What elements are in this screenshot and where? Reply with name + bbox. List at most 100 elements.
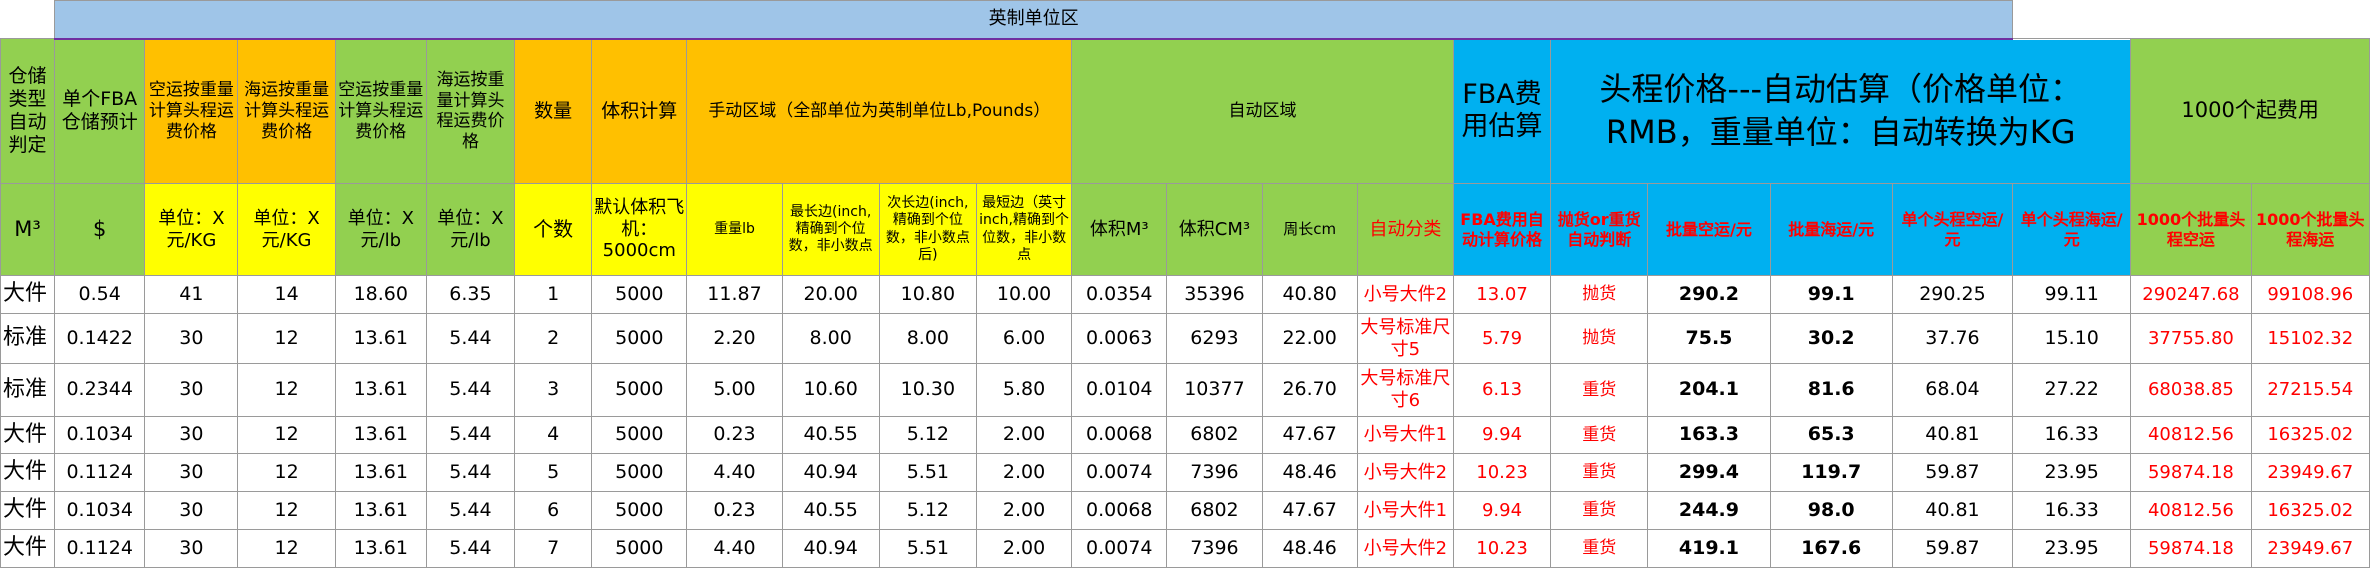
unit-single-air[interactable]: 单个头程空运/元 (1891, 183, 2014, 276)
cell-fba-storage[interactable]: 0.1124 (54, 529, 146, 568)
cell-bulk-air[interactable]: 75.5 (1647, 313, 1771, 364)
unit-m3[interactable]: M³ (0, 183, 56, 276)
cell-fba-storage[interactable]: 0.1034 (54, 491, 146, 530)
cell-air-kg[interactable]: 30 (144, 529, 239, 568)
cell-sea-lb[interactable]: 5.44 (425, 313, 516, 364)
header-auto-area[interactable]: 自动区域 (1071, 38, 1454, 184)
cell-storage-type[interactable]: 大件 (0, 453, 56, 492)
cell-bulk-air[interactable]: 204.1 (1647, 363, 1771, 417)
cell-bulk-sea[interactable]: 119.7 (1769, 453, 1893, 492)
cell-single-air[interactable]: 40.81 (1891, 416, 2014, 454)
cell-cargo-type[interactable]: 重货 (1550, 491, 1649, 530)
unit-auto-category[interactable]: 自动分类 (1356, 183, 1454, 276)
cell-fba-fee[interactable]: 9.94 (1452, 491, 1552, 530)
cell-weight-lb[interactable]: 0.23 (686, 416, 783, 454)
cell-single-sea[interactable]: 15.10 (2012, 313, 2132, 364)
cell-quantity[interactable]: 2 (514, 313, 593, 364)
cell-volume-cm3[interactable]: 7396 (1166, 529, 1263, 568)
cell-sea-kg[interactable]: 12 (237, 491, 336, 530)
cell-weight-lb[interactable]: 5.00 (686, 363, 783, 417)
cell-weight-lb[interactable]: 11.87 (686, 275, 783, 314)
cell-sea-lb[interactable]: 5.44 (425, 453, 516, 492)
cell-fba-fee[interactable]: 5.79 (1452, 313, 1552, 364)
cell-air-kg[interactable]: 30 (144, 363, 239, 417)
cell-fba-storage[interactable]: 0.1124 (54, 453, 146, 492)
unit-dollar[interactable]: $ (54, 183, 146, 276)
cell-bulk-sea[interactable]: 98.0 (1769, 491, 1893, 530)
cell-fba-fee[interactable]: 6.13 (1452, 363, 1552, 417)
cell-air-1000[interactable]: 68038.85 (2130, 363, 2252, 417)
cell-perimeter-cm[interactable]: 48.46 (1261, 529, 1358, 568)
unit-sea-kg[interactable]: 单位：X元/KG (237, 183, 336, 276)
cell-volume-m3[interactable]: 0.0104 (1071, 363, 1168, 417)
cell-air-1000[interactable]: 59874.18 (2130, 453, 2252, 492)
cell-storage-type[interactable]: 大件 (0, 416, 56, 454)
cell-longest-side[interactable]: 10.60 (781, 363, 880, 417)
cell-single-air[interactable]: 59.87 (1891, 453, 2014, 492)
cell-volume-m3[interactable]: 0.0068 (1071, 491, 1168, 530)
cell-volume-cm3[interactable]: 6293 (1166, 313, 1263, 364)
cell-storage-type[interactable]: 大件 (0, 529, 56, 568)
cell-bulk-air[interactable]: 419.1 (1647, 529, 1771, 568)
cell-perimeter-cm[interactable]: 48.46 (1261, 453, 1358, 492)
cell-sea-lb[interactable]: 5.44 (425, 529, 516, 568)
cell-perimeter-cm[interactable]: 22.00 (1261, 313, 1358, 364)
cell-weight-lb[interactable]: 0.23 (686, 491, 783, 530)
cell-fba-fee[interactable]: 9.94 (1452, 416, 1552, 454)
cell-sea-lb[interactable]: 5.44 (425, 416, 516, 454)
unit-air-lb[interactable]: 单位：X元/lb (334, 183, 427, 276)
cell-auto-category[interactable]: 小号大件2 (1356, 275, 1454, 314)
cell-volume-cm3[interactable]: 7396 (1166, 453, 1263, 492)
header-storage-type[interactable]: 仓储类型自动判定 (0, 38, 56, 184)
cell-air-1000[interactable]: 290247.68 (2130, 275, 2252, 314)
cell-air-lb[interactable]: 13.61 (334, 416, 427, 454)
cell-default-volume[interactable]: 5000 (591, 363, 688, 417)
cell-auto-category[interactable]: 小号大件1 (1356, 416, 1454, 454)
cell-fba-fee[interactable]: 10.23 (1452, 529, 1552, 568)
unit-second-side[interactable]: 次长边(inch,精确到个位数，非小数点后) (878, 183, 977, 276)
cell-longest-side[interactable]: 40.94 (781, 529, 880, 568)
cell-air-1000[interactable]: 40812.56 (2130, 416, 2252, 454)
cell-quantity[interactable]: 5 (514, 453, 593, 492)
cell-shortest-side[interactable]: 10.00 (975, 275, 1073, 314)
cell-sea-kg[interactable]: 12 (237, 416, 336, 454)
cell-sea-1000[interactable]: 16325.02 (2250, 491, 2370, 530)
cell-volume-cm3[interactable]: 10377 (1166, 363, 1263, 417)
cell-auto-category[interactable]: 大号标准尺寸5 (1356, 313, 1454, 364)
cell-quantity[interactable]: 7 (514, 529, 593, 568)
cell-bulk-sea[interactable]: 99.1 (1769, 275, 1893, 314)
cell-quantity[interactable]: 1 (514, 275, 593, 314)
cell-sea-1000[interactable]: 23949.67 (2250, 529, 2370, 568)
cell-second-side[interactable]: 10.30 (878, 363, 977, 417)
cell-air-kg[interactable]: 30 (144, 416, 239, 454)
cell-cargo-type[interactable]: 重货 (1550, 416, 1649, 454)
cell-single-air[interactable]: 40.81 (1891, 491, 2014, 530)
cell-second-side[interactable]: 8.00 (878, 313, 977, 364)
cell-auto-category[interactable]: 小号大件2 (1356, 453, 1454, 492)
cell-volume-m3[interactable]: 0.0354 (1071, 275, 1168, 314)
header-fba-storage[interactable]: 单个FBA仓储预计 (54, 38, 146, 184)
cell-fba-fee[interactable]: 13.07 (1452, 275, 1552, 314)
cell-weight-lb[interactable]: 4.40 (686, 529, 783, 568)
header-manual-area[interactable]: 手动区域（全部单位为英制单位Lb,Pounds） (686, 38, 1073, 184)
cell-sea-kg[interactable]: 14 (237, 275, 336, 314)
cell-longest-side[interactable]: 40.94 (781, 453, 880, 492)
cell-bulk-sea[interactable]: 81.6 (1769, 363, 1893, 417)
cell-single-sea[interactable]: 99.11 (2012, 275, 2132, 314)
cell-single-sea[interactable]: 23.95 (2012, 453, 2132, 492)
cell-second-side[interactable]: 5.51 (878, 453, 977, 492)
cell-air-kg[interactable]: 30 (144, 313, 239, 364)
cell-default-volume[interactable]: 5000 (591, 275, 688, 314)
cell-volume-m3[interactable]: 0.0074 (1071, 529, 1168, 568)
cell-single-sea[interactable]: 16.33 (2012, 416, 2132, 454)
cell-air-kg[interactable]: 30 (144, 453, 239, 492)
cell-bulk-sea[interactable]: 167.6 (1769, 529, 1893, 568)
cell-air-lb[interactable]: 13.61 (334, 363, 427, 417)
cell-storage-type[interactable]: 标准 (0, 363, 56, 417)
cell-volume-cm3[interactable]: 6802 (1166, 491, 1263, 530)
unit-weight-lb[interactable]: 重量lb (686, 183, 783, 276)
header-sea-lb-price[interactable]: 海运按重量计算头程运费价格 (425, 38, 516, 184)
cell-second-side[interactable]: 5.51 (878, 529, 977, 568)
unit-default-volume[interactable]: 默认体积飞机：5000cm (591, 183, 688, 276)
cell-default-volume[interactable]: 5000 (591, 529, 688, 568)
